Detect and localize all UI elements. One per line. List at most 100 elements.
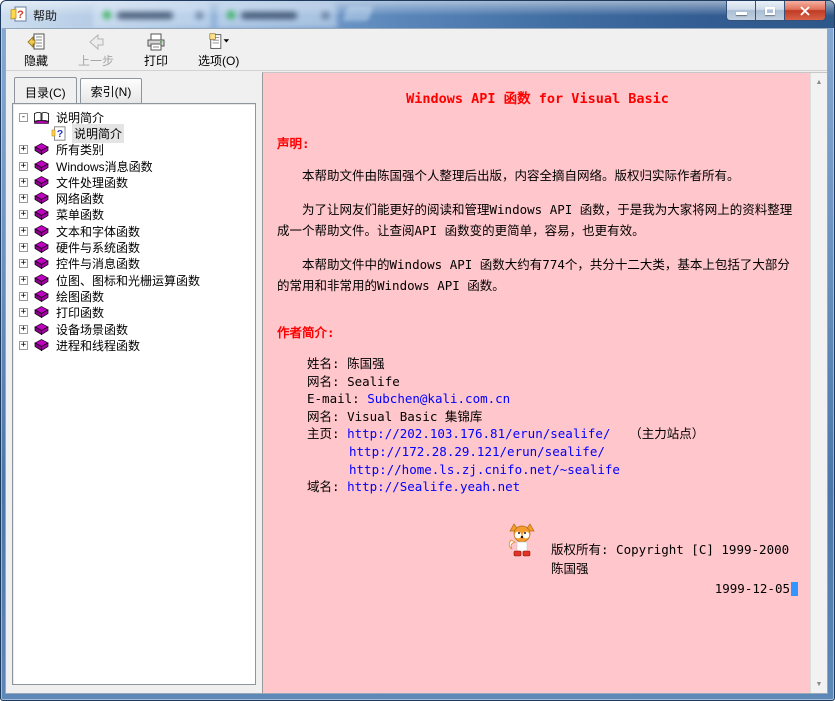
- text-cursor-block: [791, 582, 798, 596]
- expand-icon[interactable]: +: [19, 292, 28, 301]
- author-info-line: http://172.28.29.121/erun/sealife/: [307, 443, 798, 461]
- author-link[interactable]: http://202.103.176.81/erun/sealife/: [347, 426, 610, 441]
- book-icon: [33, 207, 50, 222]
- scroll-up-button[interactable]: ▲: [812, 74, 826, 90]
- author-link[interactable]: http://172.28.29.121/erun/sealife/: [349, 444, 605, 459]
- print-icon: [145, 32, 167, 52]
- expand-icon[interactable]: +: [19, 162, 28, 171]
- book-icon: [33, 224, 50, 239]
- expand-icon[interactable]: +: [19, 276, 28, 285]
- author-field-label: 网名:: [307, 374, 347, 389]
- tab-index[interactable]: 索引(N): [80, 78, 143, 103]
- svg-text:?: ?: [57, 128, 63, 140]
- expand-icon[interactable]: +: [19, 243, 28, 252]
- options-button-label: 选项(O): [198, 52, 239, 69]
- close-button[interactable]: [784, 1, 826, 21]
- tree-item-label: 进程和线程函数: [54, 336, 142, 355]
- expander-spacer: [37, 129, 46, 138]
- expand-icon[interactable]: +: [19, 178, 28, 187]
- back-icon: [85, 32, 107, 52]
- tree-item[interactable]: ?说明简介: [15, 125, 253, 141]
- author-value: 陈国强: [347, 356, 385, 371]
- author-link[interactable]: Subchen@kali.com.cn: [367, 391, 510, 406]
- author-field-label: 域名:: [307, 479, 347, 494]
- expand-icon[interactable]: +: [19, 308, 28, 317]
- tree-item[interactable]: +位图、图标和光栅运算函数: [15, 272, 253, 288]
- maximize-button[interactable]: [756, 1, 784, 21]
- hide-button-label: 隐藏: [24, 52, 48, 69]
- tree-item[interactable]: +硬件与系统函数: [15, 239, 253, 255]
- tree-item[interactable]: +绘图函数: [15, 288, 253, 304]
- collapse-icon[interactable]: -: [19, 113, 28, 122]
- contents-tree: -说明简介?说明简介+所有类别+Windows消息函数+文件处理函数+网络函数+…: [12, 103, 256, 685]
- book-icon: [33, 289, 50, 304]
- back-button[interactable]: 上一步: [78, 32, 114, 69]
- options-icon: [208, 32, 230, 52]
- author-info-line: 主页: http://202.103.176.81/erun/sealife/ …: [307, 425, 798, 443]
- background-browser-tab: [217, 3, 337, 28]
- expand-icon[interactable]: +: [19, 210, 28, 219]
- author-field-label: 网名:: [307, 409, 347, 424]
- expand-icon[interactable]: +: [19, 227, 28, 236]
- fox-mascot-image: [507, 522, 537, 560]
- tree-item[interactable]: +所有类别: [15, 142, 253, 158]
- svg-text:?: ?: [17, 9, 24, 21]
- tab-contents[interactable]: 目录(C): [14, 77, 77, 103]
- expand-icon[interactable]: +: [19, 259, 28, 268]
- statement-heading: 声明:: [277, 133, 798, 152]
- author-link[interactable]: http://home.ls.zj.cnifo.net/~sealife: [349, 462, 620, 477]
- help-page-icon: ?: [51, 126, 68, 141]
- book-icon: [33, 175, 50, 190]
- window-controls: [726, 1, 826, 21]
- maximize-icon: [765, 7, 775, 15]
- tree-item[interactable]: +Windows消息函数: [15, 158, 253, 174]
- options-button[interactable]: 选项(O): [198, 32, 239, 69]
- background-newtab-blob: [343, 6, 374, 21]
- tree-item[interactable]: +菜单函数: [15, 207, 253, 223]
- author-info-line: http://home.ls.zj.cnifo.net/~sealife: [307, 461, 798, 479]
- help-app-icon: ?: [10, 6, 27, 23]
- author-info-line: 域名: http://Sealife.yeah.net: [307, 478, 798, 496]
- copyright-block: 版权所有: Copyright [C] 1999-2000 陈国强 1999-1…: [277, 522, 798, 597]
- vertical-scrollbar[interactable]: ▲ ▼: [810, 73, 827, 693]
- scroll-down-button[interactable]: ▼: [812, 676, 826, 692]
- expand-icon[interactable]: +: [19, 325, 28, 334]
- expand-icon[interactable]: +: [19, 194, 28, 203]
- minimize-button[interactable]: [726, 1, 756, 21]
- tree-item[interactable]: +设备场景函数: [15, 321, 253, 337]
- tree-item[interactable]: +文件处理函数: [15, 174, 253, 190]
- book-icon: [33, 305, 50, 320]
- date-line: 1999-12-05: [551, 581, 798, 597]
- sidebar-tabs: 目录(C) 索引(N): [12, 78, 256, 103]
- book-icon: [33, 240, 50, 255]
- book-open-icon: [33, 110, 50, 125]
- expand-icon[interactable]: +: [19, 145, 28, 154]
- author-info-line: 网名: Visual Basic 集锦库: [307, 408, 798, 426]
- hide-button[interactable]: 隐藏: [18, 32, 54, 69]
- hide-icon: [25, 32, 47, 52]
- tree-item[interactable]: + 进程和线程函数: [15, 337, 253, 353]
- tree-item[interactable]: +打印函数: [15, 305, 253, 321]
- book-icon: [33, 142, 50, 157]
- titlebar[interactable]: ? 帮助: [1, 1, 834, 28]
- tree-item[interactable]: +网络函数: [15, 190, 253, 206]
- author-link[interactable]: http://Sealife.yeah.net: [347, 479, 520, 494]
- statement-paragraph: 本帮助文件中的Windows API 函数大约有774个，共分十二大类，基本上包…: [277, 254, 798, 296]
- author-info-line: E-mail: Subchen@kali.com.cn: [307, 390, 798, 408]
- help-topic-page: Windows API 函数 for Visual Basic 声明: 本帮助文…: [263, 73, 810, 693]
- expand-icon[interactable]: +: [19, 341, 28, 350]
- window-title: 帮助: [33, 7, 57, 24]
- tree-item[interactable]: +控件与消息函数: [15, 256, 253, 272]
- print-button[interactable]: 打印: [138, 32, 174, 69]
- book-icon: [33, 322, 50, 337]
- background-browser-tab: [93, 3, 211, 28]
- tree-item[interactable]: +文本和字体函数: [15, 223, 253, 239]
- close-icon: [799, 6, 811, 16]
- help-window: ? 帮助: [0, 0, 835, 701]
- content-pane: Windows API 函数 for Visual Basic 声明: 本帮助文…: [262, 72, 827, 693]
- tree-item[interactable]: -说明简介: [15, 109, 253, 125]
- author-info-line: 网名: Sealife: [307, 373, 798, 391]
- author-field-label: E-mail:: [307, 391, 367, 406]
- book-icon: [33, 191, 50, 206]
- window-body: 隐藏 上一步: [5, 28, 828, 694]
